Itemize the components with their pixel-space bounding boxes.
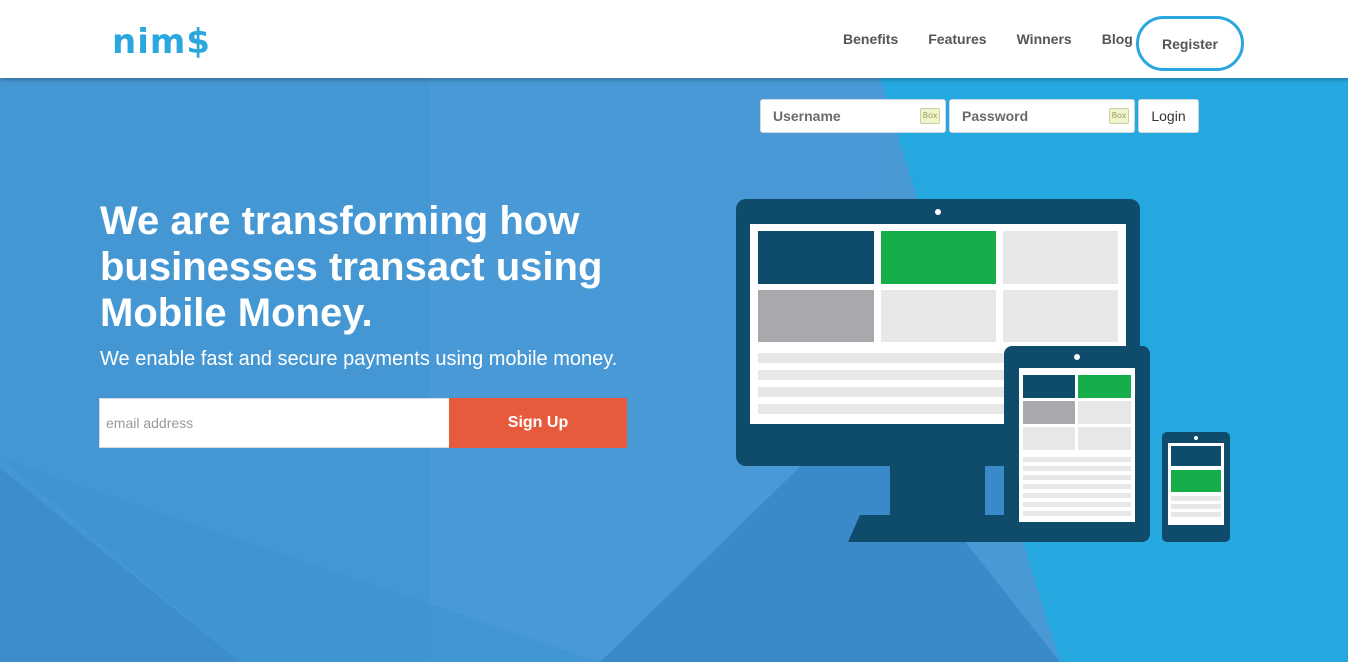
username-input[interactable]	[761, 100, 945, 132]
nav-link-benefits[interactable]: Benefits	[843, 31, 898, 47]
password-input[interactable]	[950, 100, 1134, 132]
login-button[interactable]: Login	[1138, 99, 1199, 133]
nav-link-winners[interactable]: Winners	[1017, 31, 1072, 47]
box-autofill-icon[interactable]: Box	[1109, 108, 1129, 124]
nav-link-features[interactable]: Features	[928, 31, 986, 47]
nav-link-blog[interactable]: Blog	[1102, 31, 1133, 47]
nims-logo[interactable]: nim$	[112, 22, 211, 62]
signup-form: Sign Up	[99, 398, 627, 448]
password-field-wrapper: Box	[949, 99, 1135, 133]
top-navbar: nim$ Benefits Features Winners Blog Regi…	[0, 0, 1348, 78]
username-field-wrapper: Box	[760, 99, 946, 133]
main-nav: Benefits Features Winners Blog	[830, 0, 1148, 78]
email-field-wrapper	[99, 398, 449, 448]
phone	[1162, 432, 1230, 542]
hero-subline: We enable fast and secure payments using…	[100, 348, 618, 370]
email-input[interactable]	[100, 399, 449, 447]
hero-headline: We are transforming how businesses trans…	[100, 199, 603, 335]
signup-button[interactable]: Sign Up	[449, 398, 627, 448]
box-autofill-icon[interactable]: Box	[920, 108, 940, 124]
tablet	[1004, 346, 1150, 542]
register-button[interactable]: Register	[1136, 16, 1244, 71]
devices-illustration	[736, 199, 1230, 542]
